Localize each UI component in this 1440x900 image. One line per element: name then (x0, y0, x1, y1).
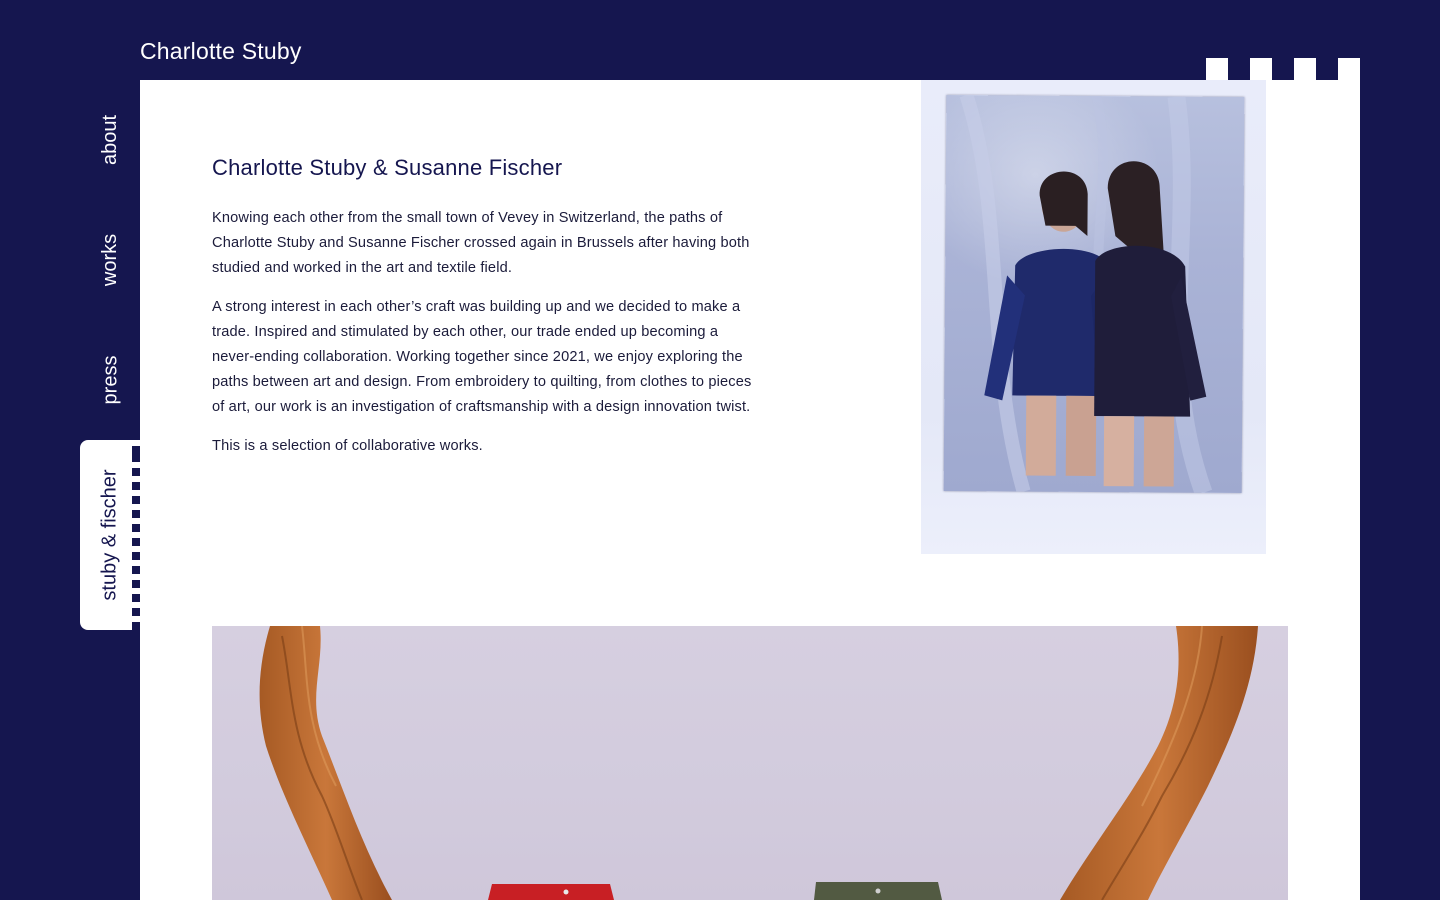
wooden-arch-artwork (259, 626, 1258, 900)
page-heading: Charlotte Stuby & Susanne Fischer (212, 155, 563, 180)
nav-item-label: stuby & fischer (99, 469, 122, 601)
intro-paragraph: A strong interest in each other’s craft … (212, 299, 752, 415)
nav-item-press[interactable]: press (80, 340, 140, 420)
nav-item-label: press (99, 355, 121, 405)
polaroid-portrait-image (921, 80, 1266, 554)
nav-item-stuby-fischer[interactable]: stuby & fischer (80, 440, 140, 630)
intro-paragraph: Knowing each other from the small town o… (212, 210, 750, 276)
nav-item-label: works (98, 233, 121, 287)
portrait-photo (943, 94, 1245, 494)
page: Charlotte Stuby about works press stuby … (0, 0, 1440, 900)
artwork-image (212, 626, 1288, 900)
intro-paragraph: This is a selection of collaborative wor… (212, 438, 483, 454)
nav-item-works[interactable]: works (80, 220, 140, 300)
site-title-link[interactable]: Charlotte Stuby (140, 36, 302, 66)
intro-text: Knowing each other from the small town o… (212, 206, 752, 473)
nav-item-about[interactable]: about (80, 100, 140, 180)
nav-item-label: about (99, 114, 121, 166)
active-tab-dashed-edge (132, 440, 140, 630)
two-women-illustration (959, 94, 1213, 494)
